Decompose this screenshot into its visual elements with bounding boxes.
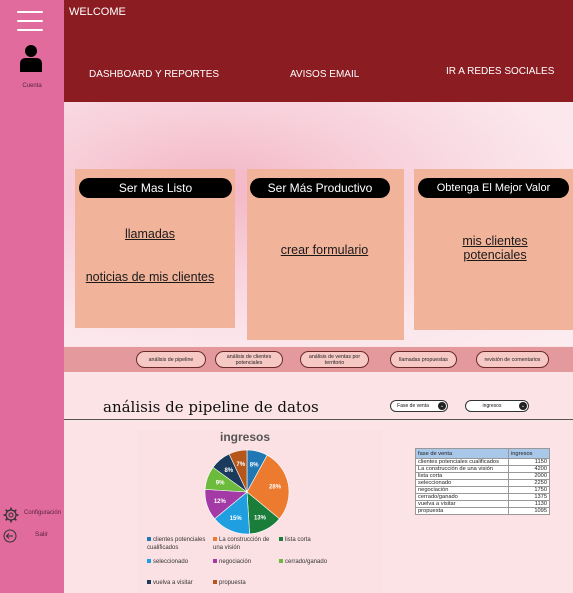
revenue-table: fase de venta ingresos clientes potencia… [415,448,550,515]
revenue-pie-chart: ingresos 8% 28% 13% 15% 12% 9% 8% 7% clientes p… [137,430,383,593]
legend-label: lista corta [285,537,311,543]
top-bar: WELCOME DASHBOARD Y REPORTES AVISOS EMAI… [64,0,573,102]
nav-dashboard-reports[interactable]: DASHBOARD Y REPORTES [89,69,219,80]
table-row: seleccionado 2250 [415,479,550,487]
sales-phase-label: Fase de venta [397,403,429,409]
pie-slice-label: 8% [224,468,233,474]
column-header: fase de venta [415,448,509,459]
tab-prospect-analysis[interactable]: análisis de clientes potenciales [215,351,283,368]
pie-svg: 8%28%13%15%12%9%8%7% [204,449,290,535]
table-cell: 1750 [508,486,550,494]
chevron-down-icon: ⌄ [438,402,446,410]
table-cell: lista corta [415,472,509,480]
chart-title: ingresos [219,430,270,444]
welcome-title: WELCOME [69,6,126,18]
nav-email-alerts[interactable]: AVISOS EMAIL [290,69,359,80]
pie-slice-label: 15% [230,516,243,522]
table-row: lista corta 2000 [415,472,550,480]
table-cell: propuesta [415,507,509,515]
legend-swatch [147,559,151,564]
card-best-value-title: Obtenga El Mejor Valor [418,178,569,198]
table-cell: 1095 [508,507,550,515]
sales-phase-dropdown[interactable]: Fase de venta ⌄ [390,400,448,412]
table-row: clientes potenciales cualificados 1150 [415,458,550,466]
sidebar: Cuenta Configuración Salir [0,0,64,593]
legend-label: cerrado/ganado [285,559,328,565]
logout-icon [3,529,17,543]
legend-item: clientes potenciales cualificados [147,536,209,552]
legend-swatch [279,559,283,564]
legend-item: vuelva a visitar [147,579,209,587]
legend-item: propuesta [213,579,275,587]
legend-swatch [279,537,283,542]
legend-swatch [147,580,151,585]
table-cell: La construcción de una visión [415,465,509,473]
account-label: Cuenta [22,83,42,89]
legend-item: seleccionado [147,558,209,566]
legend-label: La construcción de una visión [213,537,270,551]
legend-swatch [147,537,151,542]
card-productive-title: Ser Más Productivo [250,178,390,198]
section-divider [64,419,573,420]
settings-label: Configuración [24,510,62,516]
column-header: ingresos [508,448,550,459]
pie-slice-label: 12% [214,499,227,505]
table-cell: cerrado/ganado [415,493,509,501]
legend-item: La construcción de una visión [213,536,275,552]
legend-item: lista corta [279,536,341,544]
revenue-label: ingresos [482,403,502,409]
table-row: La construcción de una visión 4200 [415,465,550,473]
table-cell: 2000 [508,472,550,480]
table-cell: 4200 [508,465,550,473]
pie-slice-label: 28% [269,485,282,491]
section-title: análisis de pipeline de datos [103,398,319,416]
table-cell: seleccionado [415,479,509,487]
revenue-dropdown[interactable]: ingresos ⌄ [465,400,529,412]
tab-territory-sales[interactable]: análisis de ventas por territorio [300,351,369,368]
pie-slice-label: 9% [216,480,225,486]
table-row: cerrado/ganado 1375 [415,493,550,501]
pie-slice-label: 8% [250,462,259,468]
card-smarter-title: Ser Mas Listo [79,178,232,198]
pie-slice-label: 13% [254,515,267,521]
legend-swatch [213,559,217,564]
legend-item: negociación [213,558,275,566]
logout-button[interactable]: Salir [3,528,65,544]
user-icon[interactable] [20,44,42,72]
table-cell: negociación [415,486,509,494]
pie-slice-label: 7% [236,462,245,468]
legend-swatch [213,537,217,542]
legend-item: cerrado/ganado [279,558,341,566]
nav-social-networks[interactable]: IR A REDES SOCIALES [446,66,554,77]
table-cell: 2250 [508,479,550,487]
link-my-prospects[interactable]: mis clientes potenciales [450,234,540,262]
tab-pipeline-analysis[interactable]: análisis de pipeline [136,351,206,368]
legend-label: vuelva a visitar [153,580,193,586]
table-row: vuelva a visitar 1130 [415,500,550,508]
link-create-form[interactable]: crear formulario [247,243,402,257]
table-cell: 1130 [508,500,550,508]
chevron-down-icon: ⌄ [519,402,527,410]
tab-proposed-calls[interactable]: llamadas propuestas [390,351,457,368]
legend-label: propuesta [219,580,246,586]
legend-label: negociación [219,559,252,565]
table-cell: vuelva a visitar [415,500,509,508]
menu-icon[interactable] [17,11,43,31]
legend-label: seleccionado [153,559,189,565]
table-row: negociación 1750 [415,486,550,494]
legend-swatch [213,580,217,585]
table-cell: 1375 [508,493,550,501]
logout-label: Salir [35,531,49,538]
table-cell: 1150 [508,458,550,466]
table-cell: clientes potenciales cualificados [415,458,509,466]
settings-button[interactable]: Configuración [3,507,65,523]
table-row: propuesta 1095 [415,507,550,515]
gear-icon [3,507,19,523]
link-calls[interactable]: llamadas [75,227,225,241]
tab-comments-review[interactable]: revisión de comentarios [476,351,549,368]
legend-label: clientes potenciales cualificados [147,537,206,551]
link-client-news[interactable]: noticias de mis clientes [75,270,225,284]
